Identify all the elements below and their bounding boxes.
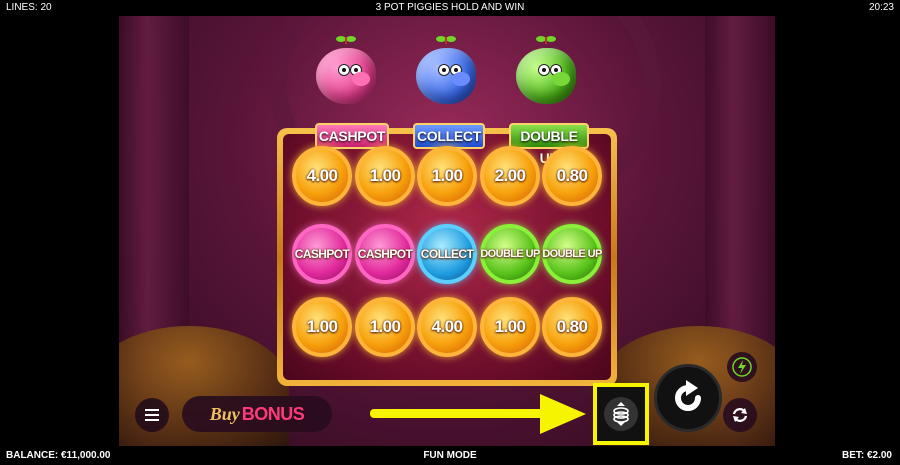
turbo-button[interactable] (727, 352, 757, 382)
cashpot-symbol: CASHPOT (355, 224, 415, 284)
mode-label: FUN MODE (423, 450, 477, 461)
top-status-bar: LINES: 20 3 POT PIGGIES HOLD AND WIN 20:… (0, 0, 900, 16)
reel-coin: 2.00 (480, 146, 540, 206)
reel-coin: 1.00 (480, 297, 540, 357)
stake-button[interactable] (593, 383, 649, 445)
reel-coin: 1.00 (355, 146, 415, 206)
bottom-status-bar: BALANCE: €11,000.00 FUN MODE BET: €2.00 (0, 446, 900, 465)
lightning-icon (732, 357, 752, 377)
reel-coin: 0.80 (542, 297, 602, 357)
double-up-symbol: DOUBLE UP (480, 224, 540, 284)
reel-coin: 4.00 (292, 146, 352, 206)
menu-button[interactable] (135, 398, 169, 432)
clock: 20:23 (868, 2, 894, 13)
reel-coin: 1.00 (417, 146, 477, 206)
spin-icon (675, 380, 701, 411)
double-up-label: DOUBLE UP (509, 123, 589, 166)
game-title: 3 POT PIGGIES HOLD AND WIN (375, 2, 525, 13)
menu-icon (145, 409, 159, 411)
reel-coin: 4.00 (417, 297, 477, 357)
autoplay-button[interactable] (723, 398, 757, 432)
buy-bonus-button[interactable]: Buy BONUS (182, 396, 332, 432)
reel-coin: 1.00 (355, 297, 415, 357)
collect-symbol: COLLECT (417, 224, 477, 284)
collect-pig (412, 34, 480, 114)
reel-coin: 1.00 (292, 297, 352, 357)
cashpot-pig (312, 34, 380, 114)
cashpot-label: CASHPOT (315, 123, 389, 149)
pointer-arrow-head (540, 394, 586, 434)
bet-amount: BET: €2.00 (841, 450, 892, 461)
spin-button[interactable] (654, 364, 722, 432)
autoplay-icon (732, 408, 748, 422)
double-up-symbol: DOUBLE UP (542, 224, 602, 284)
pointer-arrow (370, 409, 545, 418)
cashpot-symbol: CASHPOT (292, 224, 352, 284)
stake-coins-icon (613, 402, 629, 426)
double-up-pig (512, 34, 580, 114)
reel-coin: 0.80 (542, 146, 602, 206)
